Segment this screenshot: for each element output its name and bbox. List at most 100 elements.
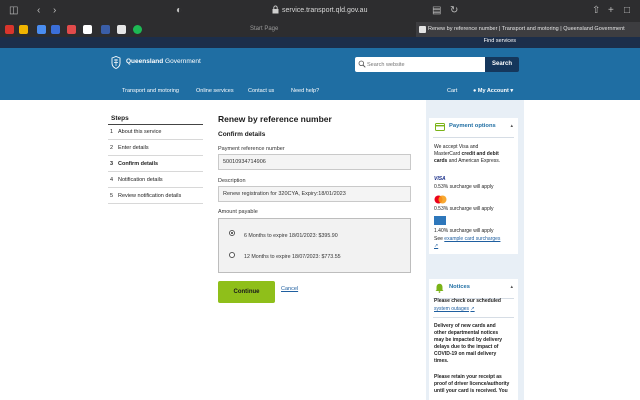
- privacy-shield-icon[interactable]: ◐: [176, 5, 182, 17]
- amex-logo-icon: [434, 216, 446, 225]
- amount-label: Amount payable: [218, 209, 258, 215]
- favorite-mail-icon[interactable]: [67, 25, 76, 34]
- step-separator: [108, 139, 203, 140]
- nav-transport-and-motoring[interactable]: Transport and motoring: [122, 88, 179, 94]
- favorite-spotify-icon[interactable]: [133, 25, 142, 34]
- my-account-menu[interactable]: ● My Account ▾: [473, 88, 513, 94]
- reload-icon[interactable]: ↻: [450, 5, 458, 17]
- radio-six-months[interactable]: [229, 230, 235, 236]
- delivery-line: may be impacted by delivery: [434, 337, 503, 343]
- step-label: About this service: [118, 129, 162, 135]
- continue-button[interactable]: Continue: [218, 281, 275, 303]
- reference-label: Payment reference number: [218, 146, 285, 152]
- tab-bar: Start Page Renew by reference number | T…: [0, 22, 640, 37]
- new-tab-icon[interactable]: +: [608, 5, 614, 17]
- amex-fee: 1.40% surcharge will apply: [434, 228, 494, 234]
- lock-icon: [272, 5, 279, 14]
- share-icon[interactable]: ⇧: [592, 5, 600, 17]
- my-account-label: My Account: [477, 88, 509, 94]
- user-icon: ●: [473, 88, 477, 94]
- step-notification-details[interactable]: 4 Notification details: [110, 177, 163, 183]
- retain-line: Please retain your receipt as: [434, 374, 502, 380]
- search-input[interactable]: [367, 59, 479, 70]
- step-label: Notification details: [118, 177, 163, 183]
- forward-icon[interactable]: ›: [53, 5, 56, 17]
- intro-line-2-bold: credit and debit: [461, 151, 499, 157]
- back-icon[interactable]: ‹: [37, 5, 40, 17]
- steps-divider: [108, 124, 203, 125]
- cancel-link[interactable]: Cancel: [281, 286, 298, 292]
- payment-options-title: Payment options: [449, 123, 496, 129]
- step-number: 3: [110, 161, 114, 167]
- nav-need-help[interactable]: Need help?: [291, 88, 319, 94]
- favorite-youtube-icon[interactable]: [5, 25, 14, 34]
- description-field: Renew registration for 320CYA, Expiry:18…: [218, 186, 411, 202]
- nav-online-services[interactable]: Online services: [196, 88, 234, 94]
- surcharge-note: See example card surcharges ↗: [434, 236, 514, 250]
- chevron-down-icon: ▾: [510, 88, 514, 94]
- site-header: Queensland Government Search Transport a…: [0, 48, 640, 100]
- logo-bold: Queensland: [126, 58, 164, 65]
- step-about-this-service[interactable]: 1 About this service: [110, 129, 161, 135]
- queensland-crest-icon: [111, 56, 121, 69]
- step-separator: [108, 187, 203, 188]
- example-surcharges-link[interactable]: example card surcharges: [444, 236, 500, 242]
- tab-favicon-icon: [419, 26, 426, 33]
- tab-overview-icon[interactable]: □: [624, 5, 630, 17]
- cart-link[interactable]: Cart: [447, 88, 457, 94]
- external-link-icon: ↗: [470, 306, 475, 312]
- favorite-page-icon[interactable]: [83, 25, 92, 34]
- favorite-facebook-icon[interactable]: [101, 25, 110, 34]
- intro-line-3: and American Express.: [447, 158, 501, 164]
- delivery-line: other departmental notices: [434, 330, 499, 336]
- step-label: Review notification details: [118, 193, 182, 199]
- favorite-app-icon[interactable]: [51, 25, 60, 34]
- browser-chrome: ◫ ‹ › ◐ service.transport.qld.gov.au ▤ ↻…: [0, 0, 640, 37]
- system-outages-link[interactable]: system outages: [434, 306, 469, 312]
- step-label: Confirm details: [118, 161, 159, 167]
- payment-intro: We accept Visa and MasterCard credit and…: [434, 144, 514, 165]
- translate-icon[interactable]: ▤: [432, 5, 441, 17]
- notices-header[interactable]: Notices ▴: [429, 279, 518, 297]
- favorite-doc-icon[interactable]: [37, 25, 46, 34]
- step-separator: [108, 171, 203, 172]
- step-enter-details[interactable]: 2 Enter details: [110, 145, 149, 151]
- option-six-months[interactable]: 6 Months to expire 18/01/2023: $395.90: [244, 233, 338, 239]
- section-title: Confirm details: [218, 131, 266, 138]
- find-services-link[interactable]: Find services: [484, 38, 516, 44]
- chevron-up-icon: ▴: [510, 123, 513, 129]
- mastercard-fee: 0.53% surcharge will apply: [434, 206, 494, 212]
- favorite-blank-icon[interactable]: [117, 25, 126, 34]
- step-separator: [108, 203, 203, 204]
- step-review-notification-details[interactable]: 5 Review notification details: [110, 193, 181, 199]
- tab-active[interactable]: Renew by reference number | Transport an…: [416, 22, 640, 37]
- credit-card-icon: [435, 123, 445, 131]
- retain-line: proof of driver licence/authority: [434, 381, 510, 387]
- delivery-line: Delivery of new cards and: [434, 323, 496, 329]
- find-services-bar: Find services: [0, 37, 640, 48]
- description-label: Description: [218, 178, 246, 184]
- step-confirm-details[interactable]: 3 Confirm details: [110, 161, 158, 167]
- site-logo[interactable]: Queensland Government: [126, 58, 201, 65]
- step-separator: [108, 155, 203, 156]
- delivery-line: times.: [434, 358, 449, 364]
- notice-delivery: Delivery of new cards and other departme…: [434, 323, 514, 365]
- option-twelve-months[interactable]: 12 Months to expire 18/07/2023: $773.55: [244, 254, 341, 260]
- card-divider: [433, 137, 514, 138]
- payment-options-header[interactable]: Payment options ▴: [429, 118, 518, 136]
- browser-toolbar: ◫ ‹ › ◐ service.transport.qld.gov.au ▤ ↻…: [0, 0, 640, 22]
- nav-contact-us[interactable]: Contact us: [248, 88, 274, 94]
- search-button[interactable]: Search: [485, 57, 519, 72]
- search-box: [355, 57, 485, 72]
- tab-start-page[interactable]: Start Page: [250, 25, 278, 34]
- sidebar-toggle-icon[interactable]: ◫: [9, 5, 18, 17]
- logo-rest: Government: [163, 58, 201, 65]
- favorite-star-icon[interactable]: [19, 25, 28, 34]
- radio-twelve-months[interactable]: [229, 252, 235, 258]
- notices-title: Notices: [449, 284, 470, 290]
- amount-options: 6 Months to expire 18/01/2023: $395.90 1…: [218, 218, 411, 273]
- step-number: 2: [110, 145, 114, 151]
- step-number: 5: [110, 193, 114, 199]
- visa-logo: VISA: [434, 176, 446, 182]
- address-bar[interactable]: service.transport.qld.gov.au: [282, 5, 367, 17]
